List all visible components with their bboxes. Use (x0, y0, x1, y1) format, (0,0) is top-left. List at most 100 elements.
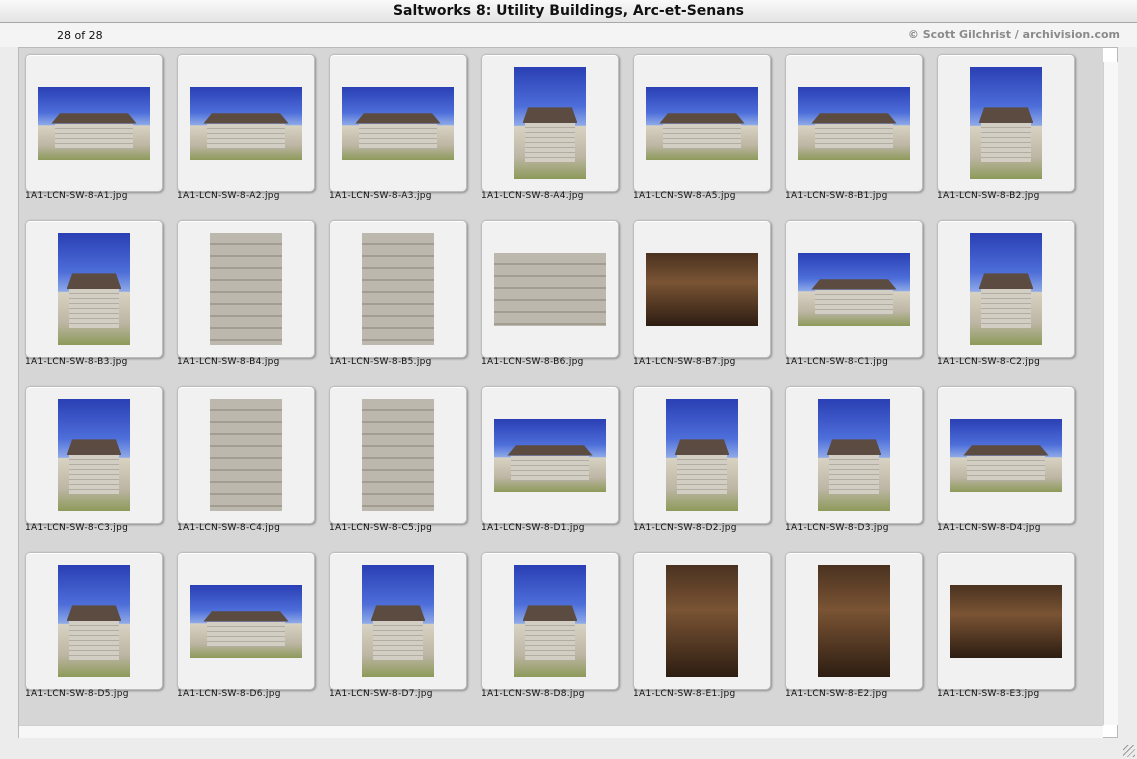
slide-item[interactable]: 1A1-LCN-SW-8-C3.jpg (19, 380, 163, 540)
slide-item[interactable]: 1A1-LCN-SW-8-D3.jpg (779, 380, 923, 540)
slide-mount[interactable] (25, 386, 163, 524)
slide-mount[interactable] (25, 54, 163, 192)
slide-item[interactable]: 1A1-LCN-SW-8-A3.jpg (323, 48, 467, 208)
slide-mount[interactable] (633, 54, 771, 192)
slide-thumbnail-image[interactable] (798, 253, 910, 326)
building-wall-shape (980, 123, 1032, 163)
slide-thumbnail-image[interactable] (514, 67, 586, 179)
slide-item[interactable]: 1A1-LCN-SW-8-B3.jpg (19, 214, 163, 374)
slide-mount[interactable] (937, 386, 1075, 524)
building-wall-shape (206, 621, 286, 648)
vertical-scrollbar[interactable] (1103, 62, 1118, 725)
slide-mount[interactable] (633, 552, 771, 690)
slide-thumbnail-image[interactable] (190, 585, 302, 658)
slide-item[interactable]: 1A1-LCN-SW-8-D8.jpg (475, 546, 619, 706)
slide-mount[interactable] (481, 220, 619, 358)
slide-thumbnail-image[interactable] (58, 399, 130, 511)
slide-item[interactable]: 1A1-LCN-SW-8-D2.jpg (627, 380, 771, 540)
slide-thumbnail-image[interactable] (646, 87, 758, 160)
slide-thumbnail-image[interactable] (818, 565, 890, 677)
slide-mount[interactable] (25, 220, 163, 358)
slide-filename: 1A1-LCN-SW-8-E3.jpg (937, 689, 1040, 699)
slide-thumbnail-image[interactable] (58, 565, 130, 677)
slide-thumbnail-image[interactable] (798, 87, 910, 160)
slide-mount[interactable] (329, 386, 467, 524)
slide-thumbnail-image[interactable] (190, 87, 302, 160)
building-roof-shape (811, 113, 897, 124)
slide-item[interactable]: 1A1-LCN-SW-8-C4.jpg (171, 380, 315, 540)
slide-thumbnail-image[interactable] (818, 399, 890, 511)
slide-mount[interactable] (937, 54, 1075, 192)
slide-thumbnail-image[interactable] (666, 399, 738, 511)
slide-item[interactable]: 1A1-LCN-SW-8-B7.jpg (627, 214, 771, 374)
slide-item[interactable]: 1A1-LCN-SW-8-B4.jpg (171, 214, 315, 374)
slide-item[interactable]: 1A1-LCN-SW-8-E2.jpg (779, 546, 923, 706)
slide-thumbnail-image[interactable] (970, 233, 1042, 345)
slide-mount[interactable] (177, 54, 315, 192)
slide-thumbnail-image[interactable] (970, 67, 1042, 179)
slide-item[interactable]: 1A1-LCN-SW-8-A5.jpg (627, 48, 771, 208)
slide-mount[interactable] (177, 386, 315, 524)
slide-mount[interactable] (481, 54, 619, 192)
slide-mount[interactable] (633, 386, 771, 524)
slide-mount[interactable] (785, 552, 923, 690)
slide-thumbnail-image[interactable] (58, 233, 130, 345)
slide-thumbnail-image[interactable] (210, 399, 282, 511)
slide-item[interactable]: 1A1-LCN-SW-8-A1.jpg (19, 48, 163, 208)
horizontal-scrollbar[interactable] (19, 725, 1103, 738)
slide-thumbnail-image[interactable] (362, 233, 434, 345)
slide-item[interactable]: 1A1-LCN-SW-8-E1.jpg (627, 546, 771, 706)
slide-item[interactable]: 1A1-LCN-SW-8-E3.jpg (931, 546, 1075, 706)
slide-mount[interactable] (785, 386, 923, 524)
slide-thumbnail-image[interactable] (210, 233, 282, 345)
slide-item[interactable]: 1A1-LCN-SW-8-D4.jpg (931, 380, 1075, 540)
slide-mount[interactable] (329, 552, 467, 690)
slide-item[interactable]: 1A1-LCN-SW-8-D1.jpg (475, 380, 619, 540)
slide-item[interactable]: 1A1-LCN-SW-8-A4.jpg (475, 48, 619, 208)
slide-item[interactable]: 1A1-LCN-SW-8-B5.jpg (323, 214, 467, 374)
slide-thumbnail-image[interactable] (362, 565, 434, 677)
slide-thumbnail-image[interactable] (666, 565, 738, 677)
slide-mount[interactable] (937, 552, 1075, 690)
slide-thumbnail-image[interactable] (646, 253, 758, 326)
slide-thumbnail-image[interactable] (950, 585, 1062, 658)
slide-mount[interactable] (329, 220, 467, 358)
slide-item[interactable]: 1A1-LCN-SW-8-B1.jpg (779, 48, 923, 208)
slide-item[interactable]: 1A1-LCN-SW-8-D7.jpg (323, 546, 467, 706)
slide-item[interactable]: 1A1-LCN-SW-8-B2.jpg (931, 48, 1075, 208)
slide-mount[interactable] (785, 54, 923, 192)
slide-thumbnail-image[interactable] (38, 87, 150, 160)
slide-mount[interactable] (481, 552, 619, 690)
slide-item[interactable]: 1A1-LCN-SW-8-D5.jpg (19, 546, 163, 706)
slide-item[interactable]: 1A1-LCN-SW-8-D6.jpg (171, 546, 315, 706)
building-roof-shape (66, 439, 122, 455)
resize-grip[interactable] (1123, 745, 1135, 757)
building-wall-shape (980, 289, 1032, 329)
slide-thumbnail-image[interactable] (342, 87, 454, 160)
building-wall-shape (358, 123, 438, 150)
slide-thumbnail-image[interactable] (494, 253, 606, 326)
slide-mount[interactable] (177, 552, 315, 690)
slide-item[interactable]: 1A1-LCN-SW-8-C2.jpg (931, 214, 1075, 374)
slide-mount[interactable] (25, 552, 163, 690)
slide-item[interactable]: 1A1-LCN-SW-8-C1.jpg (779, 214, 923, 374)
slide-mount[interactable] (481, 386, 619, 524)
slide-item[interactable]: 1A1-LCN-SW-8-A2.jpg (171, 48, 315, 208)
slide-thumbnail-image[interactable] (514, 565, 586, 677)
slide-item[interactable]: 1A1-LCN-SW-8-C5.jpg (323, 380, 467, 540)
slide-filename: 1A1-LCN-SW-8-A3.jpg (329, 191, 432, 201)
slide-mount[interactable] (177, 220, 315, 358)
slide-thumbnail-image[interactable] (362, 399, 434, 511)
slide-item[interactable]: 1A1-LCN-SW-8-B6.jpg (475, 214, 619, 374)
slide-thumbnail-image[interactable] (494, 419, 606, 492)
slide-mount[interactable] (937, 220, 1075, 358)
building-wall-shape (510, 455, 590, 482)
header-bar: 28 of 28 © Scott Gilchrist / archivision… (0, 23, 1137, 47)
slide-filename: 1A1-LCN-SW-8-C3.jpg (25, 523, 129, 533)
slide-mount[interactable] (785, 220, 923, 358)
slide-thumbnail-image[interactable] (950, 419, 1062, 492)
slide-mount[interactable] (329, 54, 467, 192)
building-roof-shape (659, 113, 745, 124)
building-wall-shape (524, 621, 576, 661)
slide-mount[interactable] (633, 220, 771, 358)
